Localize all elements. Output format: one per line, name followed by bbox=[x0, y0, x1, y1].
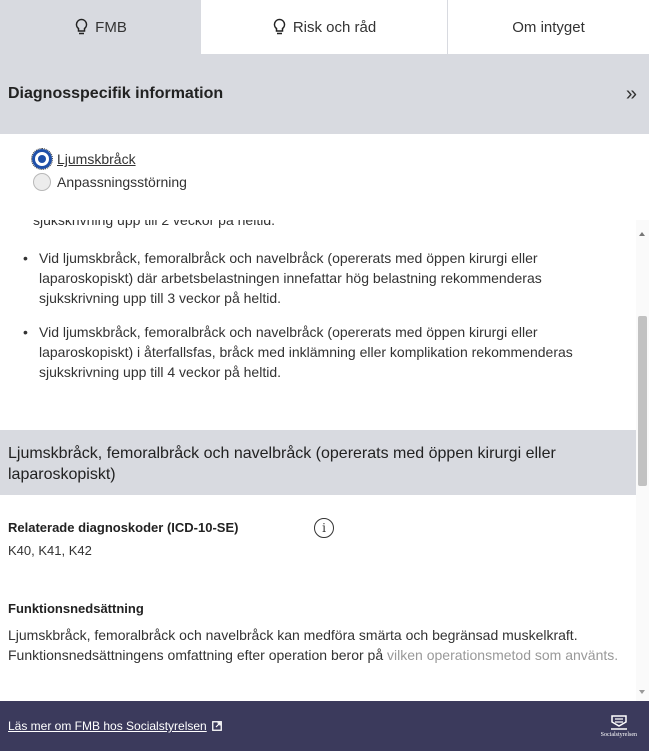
expand-icon[interactable]: » bbox=[626, 83, 637, 106]
tab-risk-label: Risk och råd bbox=[292, 18, 377, 36]
scroll-up-icon[interactable] bbox=[639, 232, 645, 236]
functional-label: Funktionsnedsättning bbox=[8, 601, 144, 616]
radio-label: Ljumskbråck bbox=[57, 151, 136, 167]
socialstyrelsen-link[interactable]: Läs mer om FMB hos Socialstyrelsen bbox=[8, 719, 222, 733]
diagnosis-radio-group: Ljumskbråck Anpassningsstörning bbox=[0, 134, 649, 220]
scroll-down-icon[interactable] bbox=[639, 690, 645, 694]
footer: Läs mer om FMB hos Socialstyrelsen Socia… bbox=[0, 701, 649, 751]
recommendation-list: Vid ljumskbråck, femoralbråck och navelb… bbox=[23, 248, 607, 396]
tab-bar: FMB Risk och råd Om intyget bbox=[0, 0, 649, 54]
tab-om-intyget-label: Om intyget bbox=[512, 18, 585, 36]
lightbulb-icon bbox=[75, 18, 88, 34]
functional-text-faded: vilken operationsmetod som använts. bbox=[387, 647, 619, 663]
functional-text: Ljumskbråck, femoralbråck och navelbråck… bbox=[8, 625, 628, 665]
footer-link-label: Läs mer om FMB hos Socialstyrelsen bbox=[8, 719, 207, 733]
list-item: Vid ljumskbråck, femoralbråck och navelb… bbox=[23, 248, 607, 308]
cut-off-text: sjukskrivning upp till 2 veckor på helti… bbox=[33, 220, 276, 228]
socialstyrelsen-logo-icon bbox=[610, 715, 627, 730]
socialstyrelsen-logo: Socialstyrelsen bbox=[601, 714, 637, 738]
tab-om-intyget[interactable]: Om intyget bbox=[448, 0, 649, 54]
diagnosis-codes-value: K40, K41, K42 bbox=[8, 543, 92, 558]
radio-button[interactable] bbox=[33, 173, 51, 191]
radio-ljumskbrack[interactable]: Ljumskbråck bbox=[31, 148, 136, 170]
external-link-icon bbox=[211, 721, 222, 731]
panel-header: Diagnosspecifik information » bbox=[0, 54, 649, 134]
tab-risk-och-rad[interactable]: Risk och råd bbox=[201, 0, 448, 54]
scrollbar-thumb[interactable] bbox=[638, 316, 647, 486]
list-item: Vid ljumskbråck, femoralbråck och navelb… bbox=[23, 322, 607, 382]
radio-anpassningsstorning[interactable]: Anpassningsstörning bbox=[33, 173, 187, 191]
scrollbar[interactable] bbox=[636, 220, 649, 701]
info-icon[interactable]: i bbox=[314, 518, 334, 538]
lightbulb-icon bbox=[273, 18, 286, 34]
panel-title: Diagnosspecifik information bbox=[8, 85, 224, 102]
radio-button-checked[interactable] bbox=[31, 148, 53, 170]
tab-fmb-label: FMB bbox=[95, 18, 127, 36]
radio-label: Anpassningsstörning bbox=[57, 174, 187, 190]
content-scroll-area[interactable]: sjukskrivning upp till 2 veckor på helti… bbox=[0, 220, 649, 701]
section-title: Ljumskbråck, femoralbråck och navelbråck… bbox=[0, 430, 636, 495]
diagnosis-codes-label: Relaterade diagnoskoder (ICD-10-SE) bbox=[8, 520, 239, 535]
tab-fmb[interactable]: FMB bbox=[0, 0, 201, 54]
logo-text: Socialstyrelsen bbox=[600, 732, 637, 738]
